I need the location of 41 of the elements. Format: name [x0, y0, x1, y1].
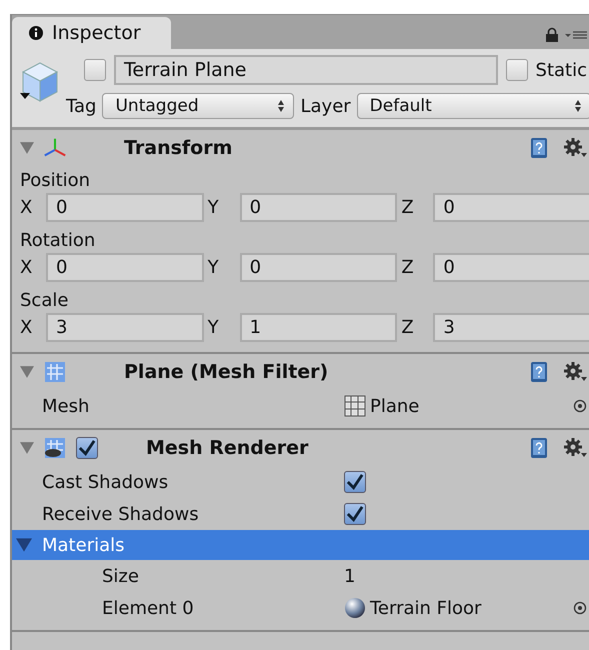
axis-label: X — [20, 257, 34, 278]
number-field[interactable]: 0 — [46, 253, 204, 282]
axis-label: X — [20, 197, 34, 218]
object-value[interactable]: Terrain Floor — [370, 598, 482, 618]
number-field[interactable]: 3 — [433, 313, 589, 342]
property-label: Element 0 — [102, 598, 195, 618]
component-title: Plane (Mesh Filter) — [124, 361, 328, 383]
property-label: Receive Shadows — [42, 504, 200, 524]
property-label: Cast Shadows — [42, 472, 170, 492]
component-title: Mesh Renderer — [146, 437, 308, 459]
number-field[interactable]: 0 — [433, 193, 589, 222]
tag-dropdown[interactable]: Untagged — [102, 93, 294, 119]
number-field[interactable]: 1 — [240, 313, 398, 342]
component-title: Transform — [124, 137, 232, 159]
vector-label: Scale — [20, 289, 70, 313]
axis-label: Z — [401, 317, 415, 338]
materials-foldout[interactable]: Materials — [12, 530, 589, 560]
number-field[interactable]: 0 — [46, 193, 204, 222]
object-value[interactable]: Plane — [370, 396, 420, 416]
number-field[interactable]: 0 — [240, 193, 398, 222]
inspector-tab[interactable]: Inspector — [12, 17, 171, 49]
property-label: Mesh — [42, 396, 90, 416]
foldout-label: Materials — [42, 534, 125, 556]
vector-label: Rotation — [20, 229, 96, 253]
axis-label: Z — [401, 257, 415, 278]
property-label: Size — [102, 566, 140, 586]
axis-label: X — [20, 317, 34, 338]
number-field[interactable]: 0 — [240, 253, 398, 282]
number-field[interactable]: 3 — [46, 313, 204, 342]
axis-label: Y — [208, 197, 220, 218]
layer-label: Layer — [300, 96, 351, 116]
axis-label: Y — [208, 317, 220, 338]
vector-label: Position — [20, 169, 92, 193]
layer-dropdown[interactable]: Default — [356, 93, 589, 119]
static-label: Static — [536, 60, 587, 80]
tag-label: Tag — [66, 96, 96, 116]
axis-label: Y — [208, 257, 220, 278]
number-field[interactable]: 0 — [433, 253, 589, 282]
axis-label: Z — [401, 197, 415, 218]
name-field[interactable]: Terrain Plane — [114, 55, 498, 85]
property-value: 1 — [344, 566, 356, 586]
